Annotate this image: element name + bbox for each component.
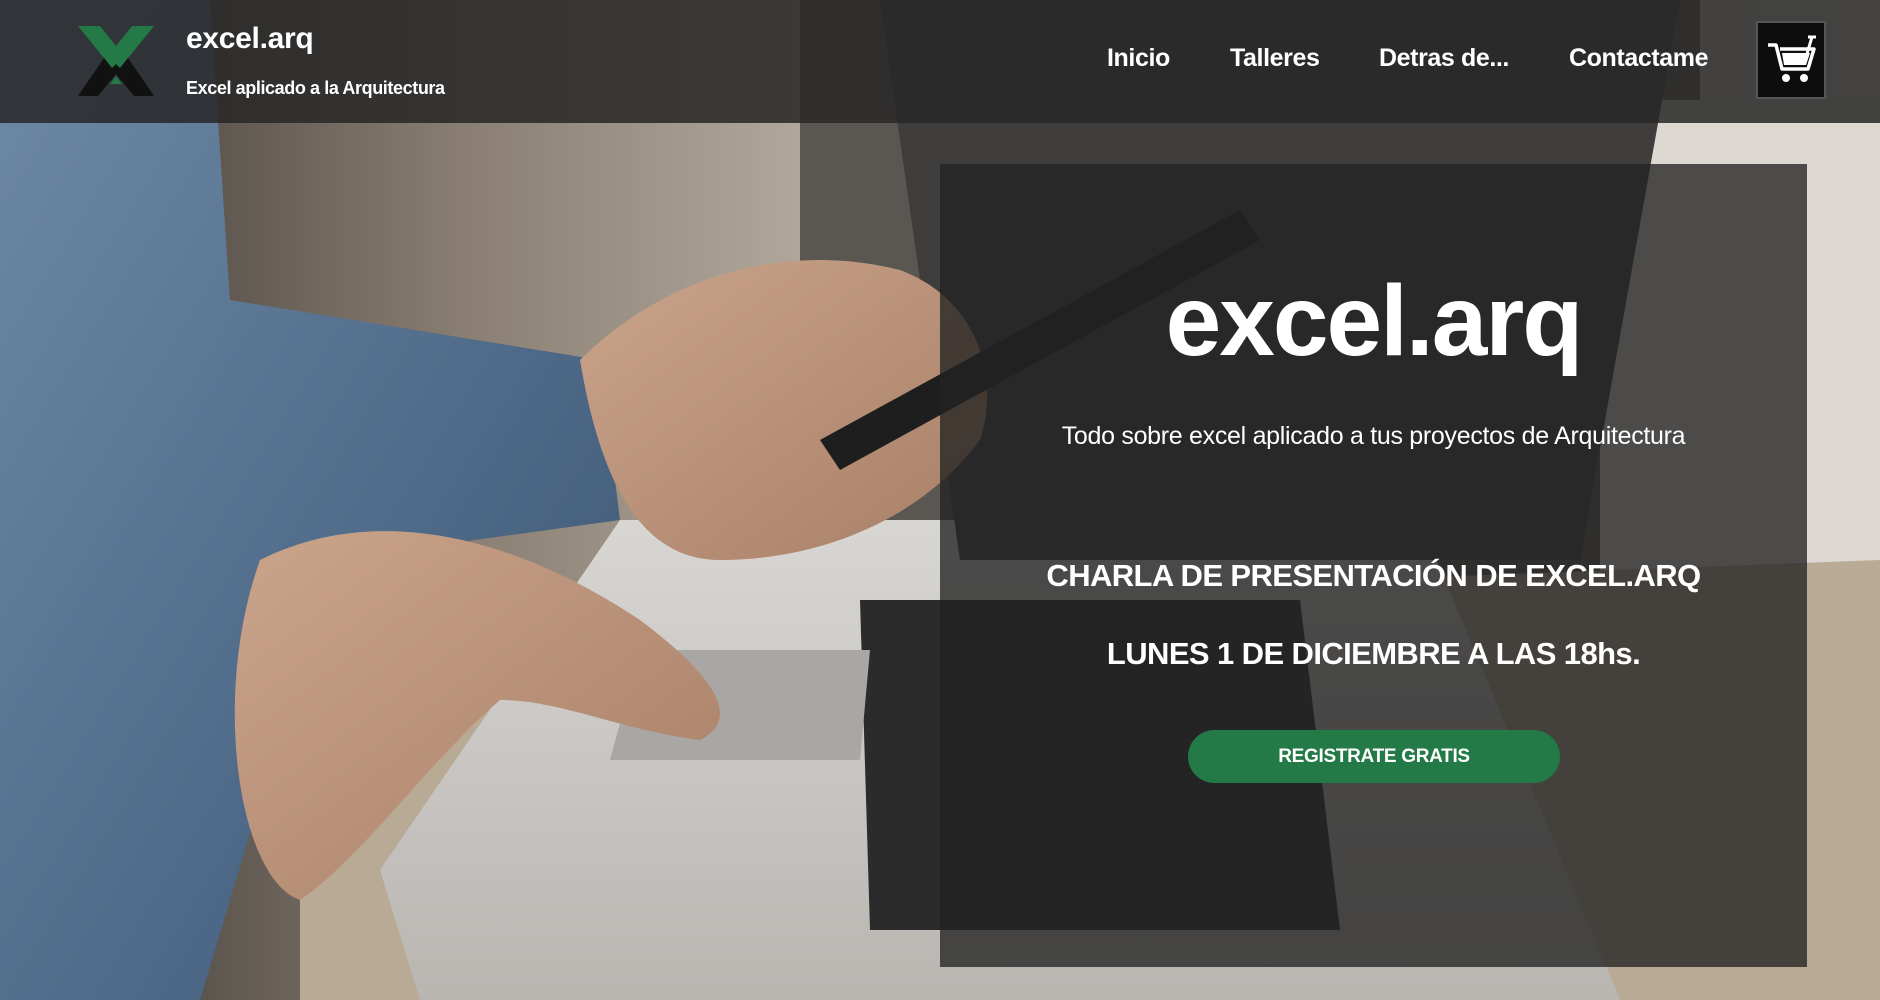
nav-item-detras-de[interactable]: Detras de... (1379, 44, 1509, 73)
site-tagline: Excel aplicado a la Arquitectura (186, 78, 445, 98)
shopping-cart-icon (1768, 35, 1816, 82)
hero-subtitle: Todo sobre excel aplicado a tus proyecto… (1061, 422, 1686, 450)
hero-panel: excel.arq Todo sobre excel aplicado a tu… (940, 164, 1807, 967)
cart-button[interactable] (1756, 21, 1826, 99)
hero-title: excel.arq (1165, 265, 1584, 377)
nav-item-contactame[interactable]: Contactame (1569, 44, 1708, 73)
site-title[interactable]: excel.arq (186, 22, 314, 56)
event-title: CHARLA DE PRESENTACIÓN DE EXCEL.ARQ (1046, 558, 1701, 593)
event-date: LUNES 1 DE DICIEMBRE A LAS 18hs. (1106, 636, 1641, 671)
nav-item-talleres[interactable]: Talleres (1230, 44, 1320, 73)
page: excel.arq Excel aplicado a la Arquitectu… (0, 0, 1880, 1000)
site-header: excel.arq Excel aplicado a la Arquitectu… (0, 0, 1880, 123)
excel-arq-logo-icon[interactable] (78, 26, 154, 96)
register-free-button[interactable]: REGISTRATE GRATIS (1188, 730, 1560, 783)
nav-item-inicio[interactable]: Inicio (1107, 44, 1170, 73)
